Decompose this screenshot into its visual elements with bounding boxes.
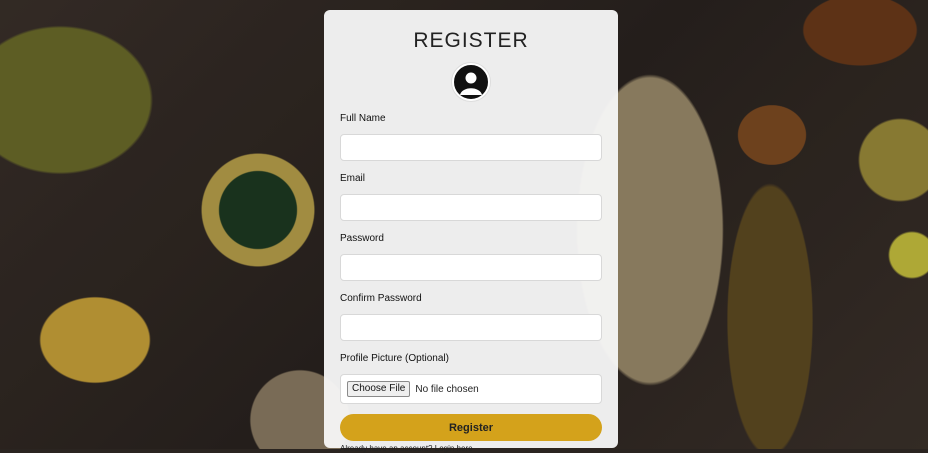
register-card: REGISTER Full Name Email Password Confir… [324, 10, 618, 453]
register-button[interactable]: Register [340, 414, 602, 441]
file-status-text: No file chosen [415, 383, 479, 395]
user-circle-icon [452, 63, 490, 101]
confirm-password-label: Confirm Password [340, 293, 422, 304]
password-input[interactable] [340, 254, 602, 281]
full-name-label: Full Name [340, 113, 386, 124]
form-title: REGISTER [413, 29, 529, 52]
email-input[interactable] [340, 194, 602, 221]
email-label: Email [340, 173, 366, 184]
full-name-input[interactable] [340, 134, 602, 161]
choose-file-button[interactable]: Choose File [347, 381, 411, 397]
profile-picture-file-input[interactable]: Choose File No file chosen [340, 374, 602, 404]
password-label: Password [340, 233, 384, 244]
profile-picture-label: Profile Picture (Optional) [340, 353, 449, 364]
confirm-password-input[interactable] [340, 314, 602, 341]
